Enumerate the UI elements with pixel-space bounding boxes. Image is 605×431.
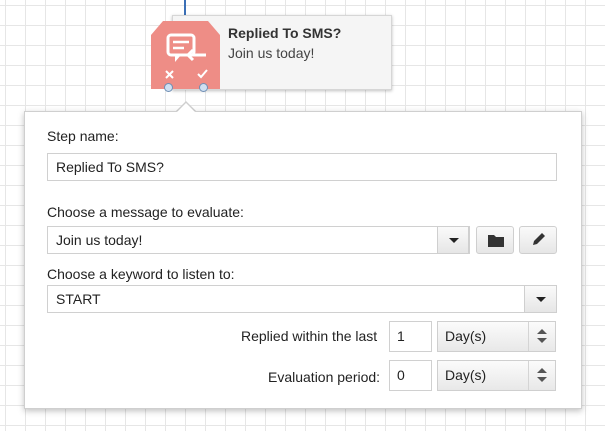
edit-message-button[interactable] [519,226,557,254]
chevron-down-icon [449,238,459,243]
replied-within-input[interactable]: 1 [389,321,432,352]
message-dropdown-button[interactable] [437,226,469,254]
node-title: Replied To SMS? [228,25,342,41]
evaluation-period-label: Evaluation period: [268,369,381,385]
replied-within-label: Replied within the last [241,328,378,344]
pencil-icon [533,233,545,245]
step-name-input[interactable] [47,153,557,181]
up-down-arrows-icon [528,322,555,351]
evaluation-period-unit-select[interactable]: Day(s) [437,360,556,391]
up-down-arrows-icon [528,361,555,390]
keyword-label: Choose a keyword to listen to: [47,266,235,282]
open-message-button[interactable] [476,226,514,254]
keyword-select-value: START [56,291,101,307]
replied-within-unit-select[interactable]: Day(s) [437,321,556,352]
replied-within-unit-value: Day(s) [445,328,487,344]
node-subtitle: Join us today! [228,45,315,61]
no-branch-handle[interactable] [164,83,173,92]
folder-icon [488,235,504,247]
sms-reply-icon [151,21,220,89]
keyword-dropdown-button[interactable] [524,285,557,313]
evaluation-period-input[interactable]: 0 [389,360,432,391]
chevron-down-icon [536,297,546,302]
message-select[interactable]: Join us today! [47,226,470,254]
keyword-select[interactable]: START [47,285,557,313]
panel-pointer-inner [176,103,196,113]
yes-branch-handle[interactable] [199,83,208,92]
message-label: Choose a message to evaluate: [47,204,244,220]
message-select-value: Join us today! [56,232,143,248]
evaluation-period-unit-value: Day(s) [445,367,487,383]
step-name-label: Step name: [47,128,119,144]
